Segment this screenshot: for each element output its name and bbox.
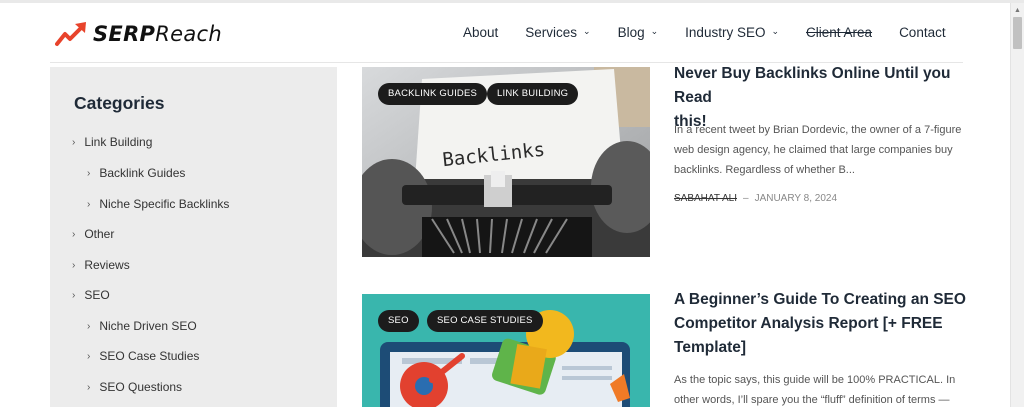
chevron-down-icon: ⌄: [771, 25, 780, 36]
nav-about[interactable]: About: [463, 25, 498, 40]
chevron-right-icon: ›: [87, 198, 91, 210]
category-seo-questions[interactable]: › SEO Questions: [87, 380, 182, 394]
category-niche-specific-backlinks[interactable]: › Niche Specific Backlinks: [87, 197, 229, 211]
nav-contact[interactable]: Contact: [899, 25, 946, 40]
main-nav: About Services ⌄ Blog ⌄ Industry SEO ⌄ Clie…: [463, 3, 973, 61]
site-header: SERPReach About Services ⌄ Blog ⌄ Industry…: [0, 3, 1010, 61]
category-link-building[interactable]: › Link Building: [72, 135, 152, 149]
scroll-up-arrow-icon[interactable]: ▲: [1014, 7, 1021, 14]
post-author-link[interactable]: SABAHAT ALI: [674, 193, 737, 204]
chevron-down-icon: ⌄: [650, 25, 659, 36]
category-other[interactable]: › Other: [72, 227, 114, 241]
category-niche-driven-seo[interactable]: › Niche Driven SEO: [87, 319, 197, 333]
tag-seo-case-studies[interactable]: SEO CASE STUDIES: [427, 310, 543, 332]
post-excerpt: As the topic says, this guide will be 10…: [674, 374, 956, 406]
chevron-right-icon: ›: [72, 289, 76, 301]
post-excerpt: In a recent tweet by Brian Dordevic, the…: [674, 124, 962, 176]
meta-separator: –: [743, 193, 749, 204]
chevron-down-icon: ⌄: [583, 25, 591, 36]
nav-blog[interactable]: Blog ⌄: [618, 25, 659, 40]
tag-seo[interactable]: SEO: [378, 310, 419, 332]
tag-backlink-guides[interactable]: BACKLINK GUIDES: [378, 83, 488, 105]
chevron-right-icon: ›: [87, 350, 91, 362]
categories-sidebar: Categories › Link Building › Backlink Guid…: [50, 67, 337, 407]
logo-arrow-icon: [55, 22, 86, 46]
categories-heading: Categories: [74, 93, 165, 113]
tag-link-building[interactable]: LINK BUILDING: [487, 83, 579, 105]
chevron-right-icon: ›: [87, 381, 91, 393]
chevron-right-icon: ›: [87, 167, 91, 179]
chevron-right-icon: ›: [87, 320, 91, 332]
nav-services[interactable]: Services ⌄: [525, 25, 590, 40]
category-seo[interactable]: › SEO: [72, 288, 110, 302]
nav-client-area[interactable]: Client Area: [806, 25, 872, 40]
page-scrollbar[interactable]: ▲: [1010, 3, 1024, 407]
logo-wordmark: SERPReach: [93, 22, 222, 46]
category-reviews[interactable]: › Reviews: [72, 258, 130, 272]
category-seo-case-studies[interactable]: › SEO Case Studies: [87, 349, 199, 363]
chevron-right-icon: ›: [72, 136, 76, 148]
post-title[interactable]: A Beginner’s Guide To Creating an SEO Co…: [674, 288, 969, 360]
nav-industry-seo[interactable]: Industry SEO ⌄: [685, 25, 779, 40]
scrollbar-thumb[interactable]: [1013, 17, 1022, 49]
chevron-right-icon: ›: [72, 259, 76, 271]
post-date: JANUARY 8, 2024: [754, 193, 838, 204]
post-meta: SABAHAT ALI – JANUARY 8, 2024: [674, 193, 837, 204]
category-backlink-guides[interactable]: › Backlink Guides: [87, 166, 185, 180]
site-logo[interactable]: SERPReach: [55, 19, 222, 49]
chevron-right-icon: ›: [72, 228, 76, 240]
